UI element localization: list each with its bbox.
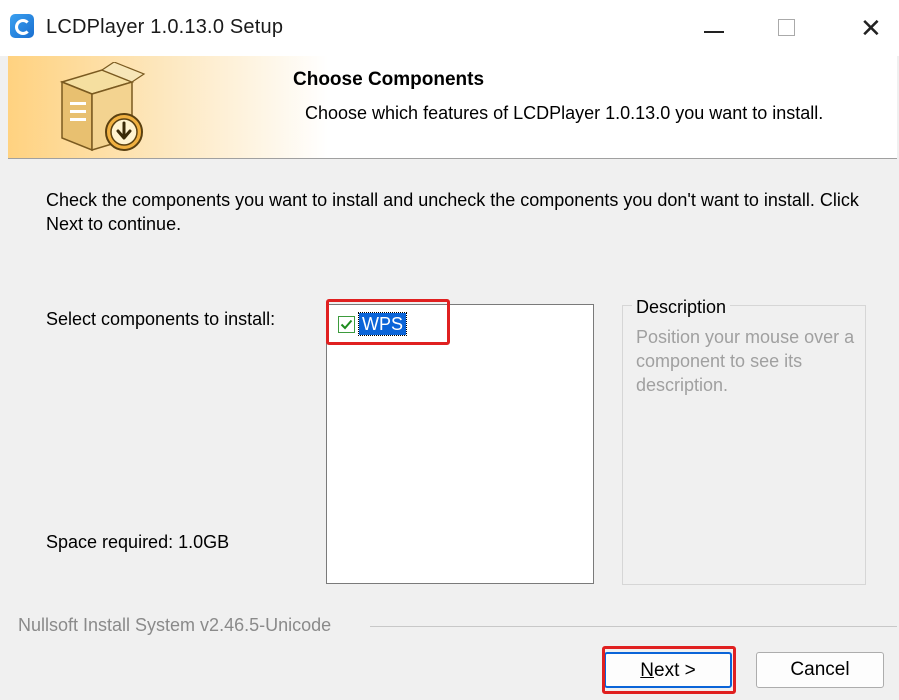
highlight-box-next <box>602 646 736 694</box>
page-title: Choose Components <box>293 69 485 90</box>
minimize-button[interactable] <box>694 10 734 46</box>
app-icon <box>10 14 34 38</box>
nsis-branding: Nullsoft Install System v2.46.5-Unicode <box>18 614 338 636</box>
header-divider <box>8 158 897 159</box>
page-subtitle: Choose which features of LCDPlayer 1.0.1… <box>305 103 824 123</box>
window-title: LCDPlayer 1.0.13.0 Setup <box>46 16 284 38</box>
select-components-label: Select components to install: <box>46 309 276 329</box>
instructions-text: Check the components you want to install… <box>46 190 859 234</box>
branding-divider <box>370 626 897 627</box>
maximize-icon <box>778 19 795 36</box>
maximize-button <box>766 10 806 46</box>
close-icon: ✕ <box>860 13 882 43</box>
cancel-button[interactable]: Cancel <box>756 652 884 688</box>
description-title: Description <box>632 296 731 318</box>
minimize-icon <box>704 31 724 33</box>
description-text: Position your mouse over a component to … <box>636 327 855 395</box>
space-required-label: Space required: 1.0GB <box>46 532 230 552</box>
components-tree[interactable] <box>326 304 594 584</box>
highlight-box-wps <box>326 299 450 345</box>
close-button[interactable]: ✕ <box>852 10 892 46</box>
installer-box-download-icon <box>59 62 146 152</box>
title-bar: LCDPlayer 1.0.13.0 Setup ✕ <box>0 0 899 56</box>
